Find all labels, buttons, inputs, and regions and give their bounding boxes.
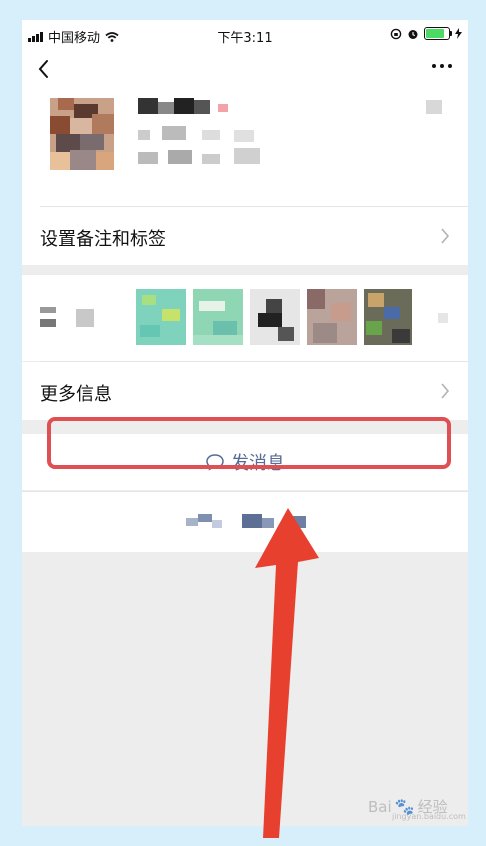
battery-icon	[424, 27, 452, 40]
call-button[interactable]	[22, 492, 468, 552]
nickname	[138, 98, 228, 116]
avatar[interactable]	[50, 98, 114, 170]
remark-row[interactable]: 设置备注和标签	[22, 207, 468, 265]
moments-thumbnail	[136, 289, 186, 345]
more-icon[interactable]	[432, 64, 452, 68]
moments-row[interactable]	[22, 275, 468, 361]
profile-header	[22, 90, 468, 207]
highlight-frame	[47, 417, 451, 469]
moments-label-blurred	[40, 305, 100, 335]
more-info-row[interactable]: 更多信息	[22, 362, 468, 420]
more-info-label: 更多信息	[40, 384, 112, 405]
moments-thumbnail	[250, 289, 300, 345]
back-icon[interactable]	[36, 58, 52, 80]
alarm-icon	[408, 29, 418, 39]
chevron-right-icon	[441, 228, 450, 244]
navbar	[22, 50, 468, 90]
rotation-lock-icon	[390, 28, 402, 39]
moments-thumbnail	[364, 289, 412, 345]
call-label-blurred	[186, 514, 310, 530]
moments-thumbnail	[307, 289, 357, 345]
status-bar: 中国移动 下午3:11	[22, 20, 468, 50]
watermark-sub: jingyan.baidu.com	[392, 812, 466, 821]
watermark-brand: Bai	[368, 797, 392, 816]
star-icon[interactable]	[426, 100, 442, 114]
charging-icon	[455, 28, 462, 39]
chevron-right-icon	[441, 383, 450, 399]
moments-dot	[438, 313, 448, 323]
profile-info-blurred	[138, 126, 268, 172]
moments-thumbnail	[193, 289, 243, 345]
remark-label: 设置备注和标签	[40, 229, 166, 250]
status-right	[390, 27, 462, 40]
